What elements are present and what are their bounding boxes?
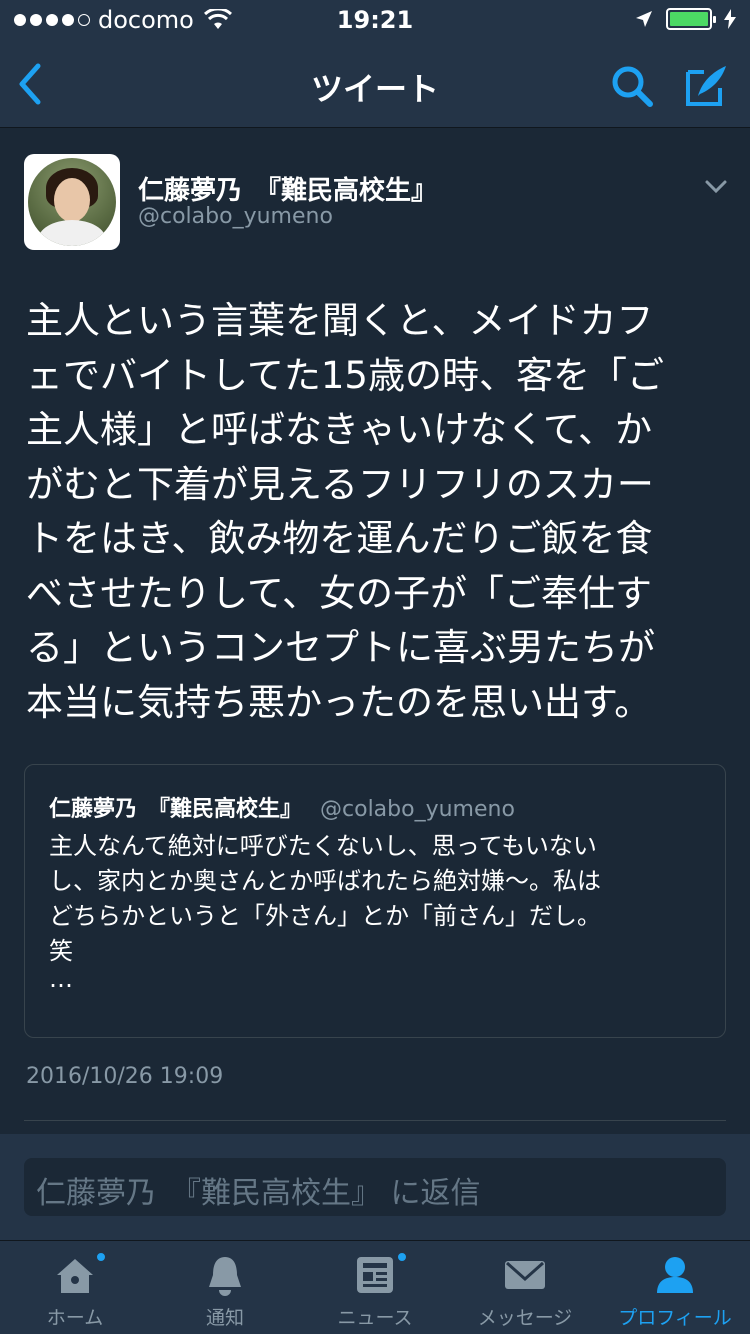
compose-icon[interactable] — [684, 62, 730, 108]
tab-news[interactable]: ニュース — [300, 1241, 450, 1334]
quoted-author-name: 仁藤夢乃 『難民高校生』 — [49, 797, 303, 822]
quoted-text-line: どちらかというと「外さん」とか「前さん」だし。 — [49, 902, 601, 930]
tweet-text-line: 本当に気持ち悪かったのを思い出す。 — [26, 680, 652, 724]
tab-label: プロフィール — [618, 1307, 732, 1329]
tweet-text-line: る」というコンセプトに喜ぶ男たちが — [26, 626, 655, 669]
divider — [24, 1120, 726, 1121]
tab-home[interactable]: ホーム — [0, 1241, 150, 1334]
home-badge — [95, 1251, 107, 1263]
quoted-text-line: し、家内とか奥さんとか呼ばれたら絶対嫌〜。私は — [49, 867, 601, 895]
tweet-timestamp: 2016/10/26 19:09 — [26, 1064, 224, 1089]
avatar[interactable] — [24, 154, 120, 250]
news-icon — [357, 1257, 393, 1293]
tab-label: メッセージ — [477, 1307, 573, 1329]
reply-bar: 仁藤夢乃 『難民高校生』 に返信 — [0, 1134, 750, 1240]
author-handle[interactable]: @colabo_yumeno — [138, 204, 333, 229]
tweet-text: 主人という言葉を聞くと、メイドカフ ェでバイトしてた15歳の時、客を「ご 主人様… — [26, 294, 726, 730]
bell-icon — [209, 1257, 241, 1296]
quoted-text-line: 主人なんて絶対に呼びたくないし、思ってもいない — [49, 832, 597, 860]
home-icon — [57, 1259, 93, 1293]
tab-label: 通知 — [205, 1307, 244, 1329]
battery-icon — [666, 8, 716, 30]
top-bar: docomo 19:21 ツイート — [0, 0, 750, 128]
tweet-text-line: べさせたりして、女の子が「ご奉仕す — [26, 571, 653, 615]
location-arrow-icon — [636, 11, 652, 27]
charging-bolt-icon — [724, 9, 736, 29]
quoted-text-line: 笑 — [49, 937, 73, 965]
tweet-text-line: ェでバイトしてた15歳の時、客を「ご — [26, 353, 664, 397]
tweet-text-line: 主人という言葉を聞くと、メイドカフ — [26, 299, 654, 342]
avatar-photo — [28, 158, 116, 246]
chevron-down-icon[interactable] — [704, 174, 728, 198]
tab-profile[interactable]: プロフィール — [600, 1241, 750, 1334]
nav-bar: ツイート — [0, 40, 750, 128]
quoted-tweet-text: 主人なんて絶対に呼びたくないし、思ってもいない し、家内とか奥さんとか呼ばれたら… — [49, 829, 709, 969]
mail-icon — [505, 1261, 545, 1289]
tweet-text-line: 主人様」と呼ばなきゃいけなくて、か — [26, 408, 653, 451]
quoted-tweet-card[interactable]: 仁藤夢乃 『難民高校生』 @colabo_yumeno 主人なんて絶対に呼びたくな… — [24, 764, 726, 1038]
tab-messages[interactable]: メッセージ — [450, 1241, 600, 1334]
quoted-tweet-ellipsis: … — [49, 965, 73, 993]
tab-label: ホーム — [46, 1307, 104, 1329]
news-badge — [396, 1251, 408, 1263]
battery-level — [670, 12, 708, 26]
quoted-tweet-header: 仁藤夢乃 『難民高校生』 @colabo_yumeno — [49, 791, 515, 823]
quoted-author-handle: @colabo_yumeno — [320, 797, 515, 822]
tab-label: ニュース — [337, 1307, 413, 1329]
search-icon[interactable] — [610, 64, 654, 108]
tab-bar: ホーム 通知 ニュース メッセージ プロフィール — [0, 1240, 750, 1334]
tweet-text-line: トをはき、飲み物を運んだりご飯を食 — [26, 517, 653, 560]
reply-input[interactable]: 仁藤夢乃 『難民高校生』 に返信 — [24, 1158, 726, 1216]
tweet-text-line: がむと下着が見えるフリフリのスカー — [26, 462, 654, 506]
tab-notifications[interactable]: 通知 — [150, 1241, 300, 1334]
status-bar: docomo 19:21 — [0, 0, 750, 40]
author-name[interactable]: 仁藤夢乃 『難民高校生』 — [138, 170, 437, 207]
profile-icon — [657, 1257, 693, 1293]
